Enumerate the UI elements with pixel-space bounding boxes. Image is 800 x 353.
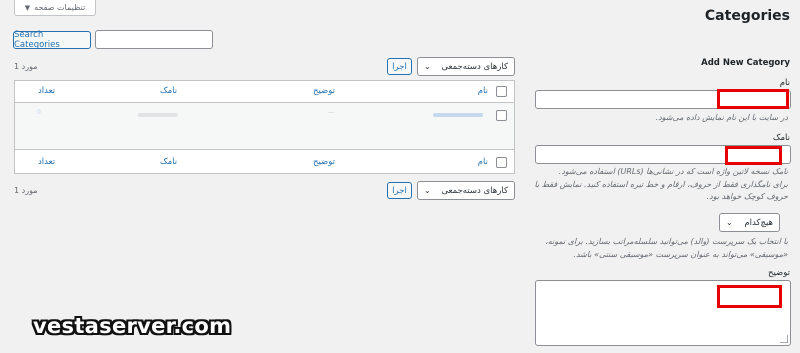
slug-help-line-2: برای نامگذاری فقط از حروف، ارقام و خط تی… [534,179,789,189]
column-count[interactable]: تعداد [38,86,55,96]
parent-select[interactable]: هیچ‌کدام ⌄ [719,213,780,232]
description-label: توضیح [767,268,790,278]
table-footer: نام توضیح نامک تعداد [15,151,514,173]
name-field-highlight [717,89,789,109]
row-count[interactable]: 0 [37,109,41,116]
row-description: — [328,109,334,116]
row-slug [138,113,178,117]
items-count-top: 1 مورد [14,62,38,71]
triangle-down-icon: ▼ [24,3,31,12]
select-all-checkbox-footer[interactable] [496,157,507,168]
column-name[interactable]: نام [478,86,488,96]
items-count-bottom: 1 مورد [14,186,38,195]
apply-button-bottom[interactable]: اجرا [387,182,412,199]
search-categories-button[interactable]: Search Categories [13,30,91,50]
column-description-footer[interactable]: توضیح [313,157,335,167]
apply-button-top[interactable]: اجرا [387,58,412,75]
slug-field-highlight [725,146,782,165]
select-all-checkbox[interactable] [496,86,507,97]
chevron-down-icon: ⌄ [424,186,431,195]
name-label: نام [779,78,790,88]
categories-table: نام توضیح نامک تعداد — 0 نام توضیح نامک … [14,80,515,174]
slug-help-line-1: نامک نسخه لاتین واژه است که در نشانی‌ها … [558,167,788,176]
row-checkbox[interactable] [496,110,507,121]
chevron-down-icon: ⌄ [726,218,733,227]
screen-options-tab[interactable]: ▼ تنظیمات صفحه [14,0,96,16]
slug-help-line-3: حروف کوچک خواهد بود. [706,192,788,201]
search-input[interactable] [95,30,213,49]
textarea-resize-handle[interactable] [780,335,788,343]
slug-label: نامک [772,133,790,143]
form-heading: Add New Category [701,58,790,68]
parent-help-line-1: با انتخاب یک سرپرست (والد) می‌توانید سلس… [545,237,788,246]
watermark: vestaserver.com [33,314,232,338]
bulk-actions-label-bottom: کارهای دسته‌جمعی [441,185,508,196]
bulk-actions-select-top[interactable]: کارهای دسته‌جمعی ⌄ [417,57,515,76]
bulk-actions-select-bottom[interactable]: کارهای دسته‌جمعی ⌄ [417,181,515,200]
column-name-footer[interactable]: نام [478,157,488,167]
column-slug-footer[interactable]: نامک [160,157,177,167]
parent-help-line-2: «موسیقی» می‌تواند به عنوان سرپرست «موسیق… [573,249,788,259]
bulk-actions-label: کارهای دسته‌جمعی [441,61,508,72]
column-slug[interactable]: نامک [160,86,177,96]
table-header: نام توضیح نامک تعداد [15,81,514,103]
page-title: Categories [704,8,790,24]
table-row: — 0 [15,103,514,150]
column-description[interactable]: توضیح [313,86,335,96]
parent-help: با انتخاب یک سرپرست (والد) می‌توانید سلس… [545,236,788,261]
description-highlight [717,285,782,308]
screen-options-label: تنظیمات صفحه [34,3,86,12]
row-name-link[interactable] [433,113,483,117]
slug-help: نامک نسخه لاتین واژه است که در نشانی‌ها … [535,166,789,204]
column-count-footer[interactable]: تعداد [38,157,55,167]
parent-select-label: هیچ‌کدام [744,217,773,228]
chevron-down-icon: ⌄ [424,62,431,71]
name-help: در سایت با این نام نمایش داده می‌شود. [655,113,788,122]
